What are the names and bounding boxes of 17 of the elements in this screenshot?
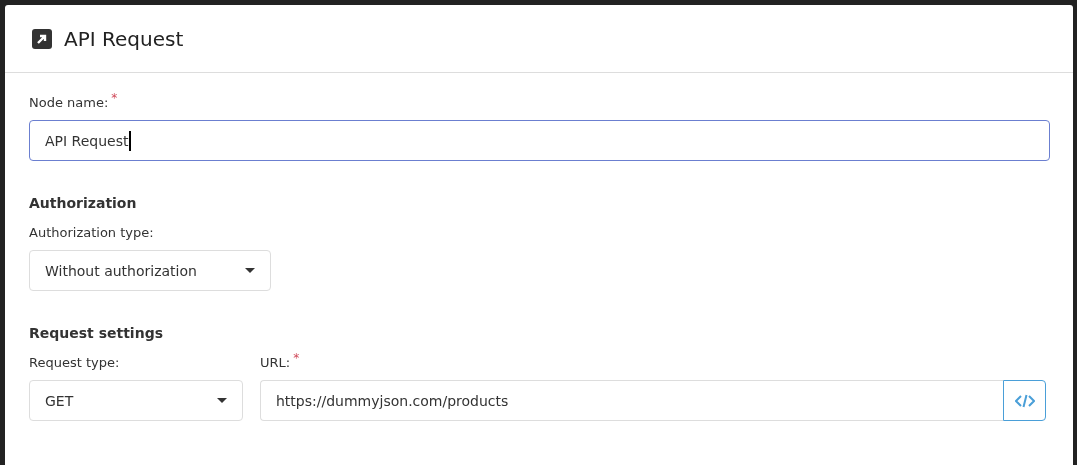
caret-icon — [245, 268, 255, 273]
field-label: Request type: — [29, 355, 120, 370]
required-mark: * — [293, 351, 300, 365]
request-type-dropdown[interactable]: GET — [29, 380, 243, 421]
section-heading: Authorization — [29, 195, 138, 211]
required-mark: * — [111, 91, 118, 105]
code-icon — [1014, 393, 1035, 408]
section-heading: Request settings — [29, 325, 164, 341]
authorization-type-dropdown[interactable]: Without authorization — [29, 250, 271, 291]
caret-icon — [217, 398, 227, 403]
node-name-field[interactable]: API Request — [29, 120, 1050, 161]
url-field[interactable]: https://dummyjson.com/products — [260, 380, 1003, 421]
field-label: Node name: — [29, 95, 109, 110]
dialog-title: API Request — [64, 26, 184, 51]
field-label: URL: — [260, 355, 291, 370]
code-button[interactable] — [1003, 380, 1046, 421]
field-label: Authorization type: — [29, 225, 154, 240]
